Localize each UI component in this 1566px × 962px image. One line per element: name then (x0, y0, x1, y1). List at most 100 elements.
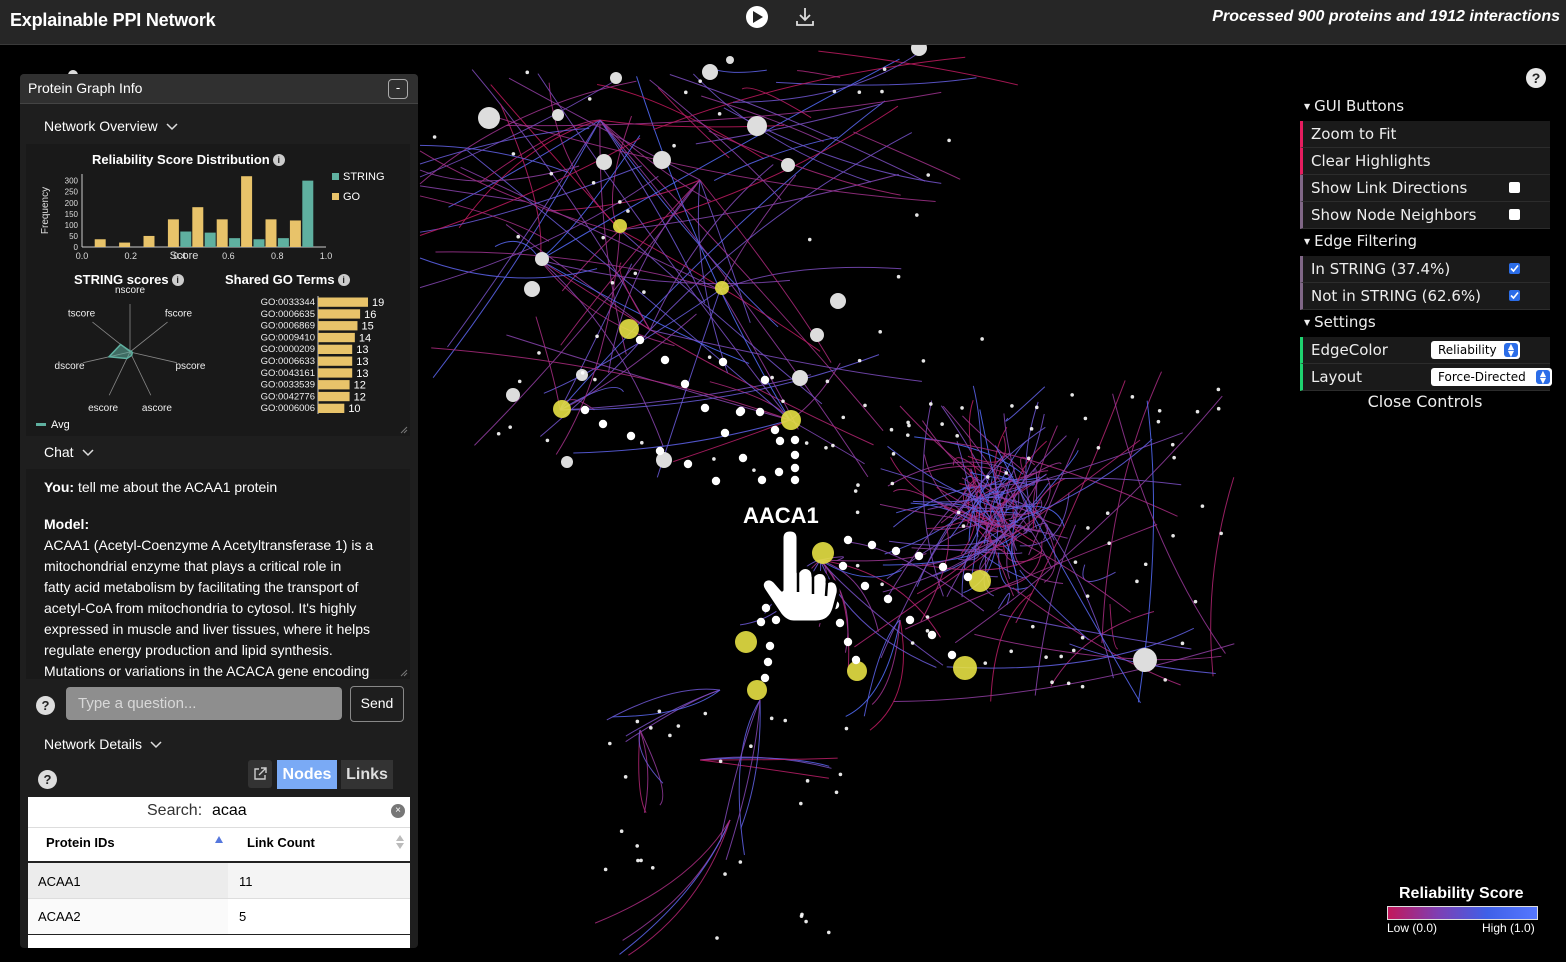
histogram-bar (302, 180, 314, 247)
graph-node (723, 872, 727, 876)
y-axis-label: Frequency (40, 187, 51, 234)
chat-toggle[interactable]: Chat (44, 444, 94, 460)
search-input[interactable]: acaa (212, 802, 247, 820)
chat-input[interactable] (66, 687, 342, 720)
chat-help-icon[interactable]: ? (36, 696, 55, 715)
not-in-string-checkbox[interactable] (1509, 290, 1520, 301)
cell-protein-id: ACAA2 (38, 909, 81, 924)
graph-node (891, 452, 896, 456)
folder-edge-filtering[interactable]: ▼ Edge Filtering (1300, 229, 1550, 256)
graph-node (668, 733, 672, 738)
resize-handle-icon[interactable] (400, 669, 408, 677)
graph-node (790, 450, 800, 460)
tab-nodes[interactable]: Nodes (277, 760, 337, 789)
external-link-button[interactable] (248, 760, 272, 788)
chart-title-text: Reliability Score Distribution (92, 152, 270, 167)
select-arrows-icon: ▲ ▼ (1504, 343, 1518, 358)
graph-node (1180, 641, 1185, 646)
folder-settings[interactable]: ▼ Settings (1300, 310, 1550, 337)
play-button[interactable] (746, 6, 768, 28)
protein-table: Search: acaa × Protein IDs Link Count AC… (28, 797, 410, 948)
info-icon[interactable]: i (337, 274, 350, 286)
show-link-directions-checkbox[interactable] (1509, 182, 1520, 193)
graph-node (1044, 655, 1048, 659)
help-icon[interactable]: ? (1526, 68, 1546, 88)
graph-node (552, 109, 564, 121)
graph-node (649, 726, 653, 730)
highlighted-node (953, 656, 977, 680)
info-icon[interactable]: i (272, 154, 285, 166)
app-title: Explainable PPI Network (10, 10, 216, 30)
network-overview-toggle[interactable]: Network Overview (44, 118, 178, 134)
folder-gui-buttons[interactable]: ▼ GUI Buttons (1300, 94, 1550, 121)
graph-node (855, 510, 860, 515)
select-arrows-icon: ▲ ▼ (1536, 370, 1550, 385)
download-icon (796, 8, 814, 26)
network-details-toggle[interactable]: Network Details (44, 736, 162, 752)
graph-node (810, 328, 824, 342)
column-header-link-count[interactable]: Link Count (247, 835, 315, 850)
column-header-protein-ids[interactable]: Protein IDs (46, 835, 115, 850)
in-string-checkbox[interactable] (1509, 263, 1520, 274)
close-controls-button[interactable]: Close Controls (1300, 391, 1550, 415)
graph-edge (854, 439, 1141, 648)
graph-node (596, 154, 612, 170)
sort-both-icon[interactable] (396, 835, 404, 849)
section-label: Network Details (44, 736, 143, 752)
show-link-directions-row: Show Link Directions (1300, 175, 1550, 202)
graph-node (925, 629, 930, 633)
edge-color-select[interactable]: Reliability ▲ ▼ (1431, 341, 1520, 359)
details-help-icon[interactable]: ? (38, 770, 57, 789)
tab-links[interactable]: Links (341, 760, 393, 789)
go-term-bar (318, 380, 350, 390)
radar-axis-label: dscore (55, 361, 85, 372)
graph-edge (1112, 393, 1226, 654)
layout-select[interactable]: Force-Directed ▲ ▼ (1431, 368, 1552, 386)
graph-node (878, 330, 883, 334)
model-line: expressed in muscle and liver tissues, w… (44, 621, 371, 637)
go-term-value: 12 (354, 391, 366, 403)
graph-node (1216, 387, 1221, 392)
graph-node (576, 369, 588, 381)
info-icon[interactable]: i (171, 274, 184, 286)
table-row[interactable]: ACAA2 5 (28, 899, 410, 934)
edge-color-row: EdgeColor Reliability ▲ ▼ (1300, 337, 1550, 364)
table-row[interactable]: ACAA1 11 (28, 863, 410, 898)
graph-node (1073, 560, 1078, 564)
graph-node (1059, 654, 1063, 659)
graph-edge (539, 259, 750, 364)
graph-edge (599, 119, 884, 431)
panel-title: Protein Graph Info (28, 80, 143, 96)
graph-node (1130, 395, 1135, 399)
resize-handle-icon[interactable] (400, 426, 408, 434)
graph-node (760, 375, 770, 385)
clear-search-icon[interactable]: × (391, 804, 405, 818)
graph-node (956, 510, 961, 515)
histogram-bar (204, 232, 216, 247)
legend-swatch (332, 193, 339, 200)
graph-edge (539, 259, 664, 447)
download-button[interactable] (793, 5, 817, 29)
select-value: Force-Directed (1438, 370, 1526, 384)
go-term-value: 19 (372, 297, 384, 309)
graph-edge (653, 56, 966, 131)
cell-link-count: 5 (239, 909, 247, 924)
graph-node (960, 406, 964, 410)
show-node-neighbors-checkbox[interactable] (1509, 209, 1520, 220)
clear-highlights-button[interactable]: Clear Highlights (1300, 148, 1550, 175)
row-label: Not in STRING (62.6%) (1311, 287, 1481, 305)
graph-edge (1032, 478, 1066, 529)
graph-node (700, 403, 710, 413)
go-term-bar (318, 321, 358, 331)
graph-node (1163, 678, 1168, 682)
legend-low-label: Low (0.0) (1387, 921, 1438, 935)
chat-history[interactable]: You: tell me about the ACAA1 protein Mod… (26, 469, 410, 679)
graph-node (880, 582, 884, 587)
sort-ascending-icon[interactable] (215, 836, 223, 843)
collapse-button[interactable]: - (388, 79, 408, 99)
network-overview: Reliability Score Distribution i 0.0 0.2 0.… (26, 144, 410, 436)
zoom-to-fit-button[interactable]: Zoom to Fit (1300, 121, 1550, 148)
gui-controls: ▼ GUI Buttons Zoom to Fit Clear Highlight… (1300, 94, 1552, 415)
send-button[interactable]: Send (350, 686, 404, 722)
radar-axis (129, 351, 152, 396)
